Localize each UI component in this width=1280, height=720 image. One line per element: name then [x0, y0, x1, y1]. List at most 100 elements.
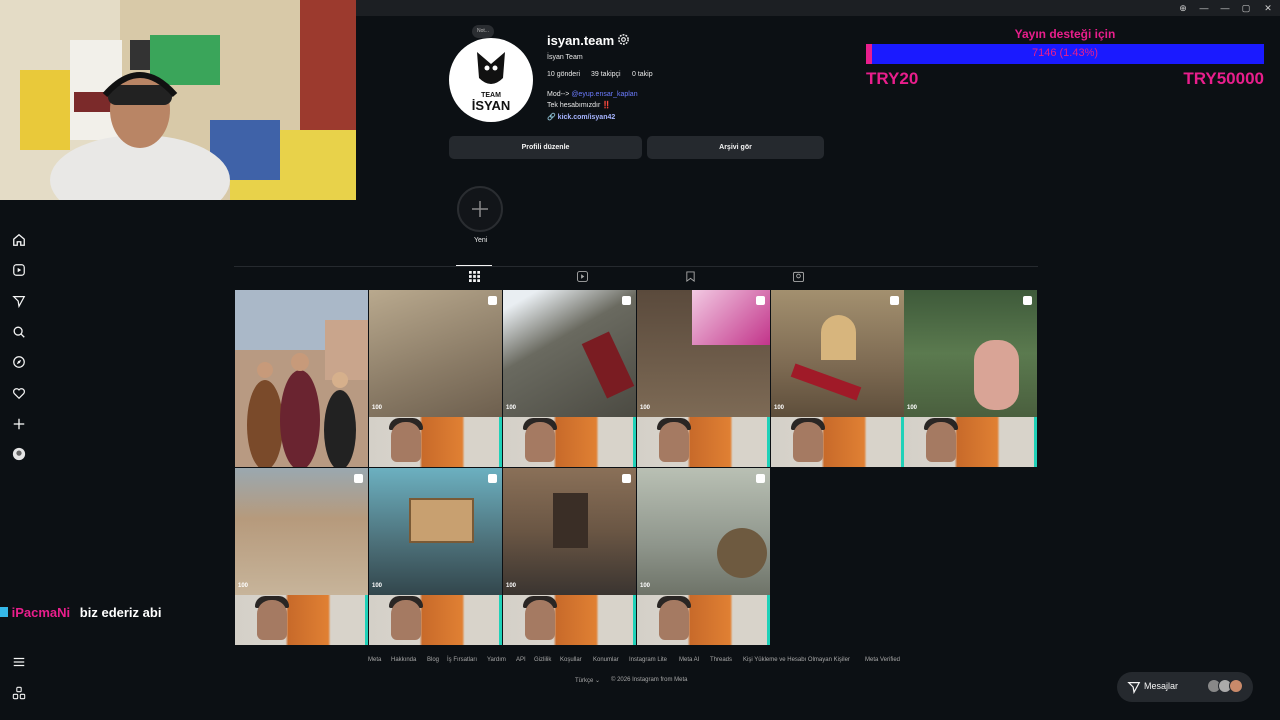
footer-link-meta[interactable]: Meta: [368, 657, 381, 663]
reels-icon[interactable]: [11, 262, 27, 278]
note-bubble[interactable]: Not...: [472, 25, 494, 38]
bio-line-1: Mod--> @eyup.ensar_kaplan: [547, 91, 638, 98]
tab-tagged-icon[interactable]: [790, 268, 806, 284]
post-streamer: [525, 600, 555, 640]
post-tile[interactable]: 100: [503, 290, 636, 467]
team-logo: TEAM İSYAN: [472, 52, 510, 113]
tab-saved-icon[interactable]: [682, 268, 698, 284]
profile-full-name: İsyan Team: [547, 54, 583, 61]
create-icon[interactable]: [11, 416, 27, 432]
send-icon: [1127, 682, 1141, 694]
reel-icon: [756, 474, 765, 483]
footer-link-help[interactable]: Yardım: [487, 657, 506, 663]
followers-link[interactable]: 39 takipçi: [591, 71, 621, 78]
active-tab-indicator: [456, 265, 492, 266]
post-streamer: [391, 422, 421, 462]
post-tile[interactable]: 100: [235, 468, 368, 645]
minimize-button[interactable]: —: [1218, 2, 1232, 14]
post-gameplay: [235, 468, 368, 595]
following-link[interactable]: 0 takip: [632, 71, 653, 78]
chevron-down-icon: ⌄: [595, 678, 601, 684]
post-tile[interactable]: 100: [369, 468, 502, 645]
footer-link-verified[interactable]: Meta Verified: [865, 657, 900, 663]
apps-icon[interactable]: [11, 685, 27, 701]
reel-icon: [622, 296, 631, 305]
post-weapon: [717, 528, 767, 578]
post-tile[interactable]: 100: [503, 468, 636, 645]
plus-icon: [472, 201, 488, 217]
post-archway: [821, 315, 856, 360]
post-tile[interactable]: 100: [771, 290, 904, 467]
maximize-button[interactable]: ▢: [1239, 2, 1253, 14]
footer-link-locations[interactable]: Konumlar: [593, 657, 619, 663]
profile-avatar-icon[interactable]: [11, 446, 27, 462]
post-photo: [235, 290, 368, 467]
profile-username: isyan.team: [547, 33, 615, 48]
footer-link-threads[interactable]: Threads: [710, 657, 732, 663]
post-accent: [365, 595, 368, 645]
footer-link-about[interactable]: Hakkında: [391, 657, 416, 663]
tabs-divider: [234, 266, 1038, 267]
tab-posts-grid-icon[interactable]: [466, 268, 482, 284]
post-streamer: [257, 600, 287, 640]
bio-mod-prefix: Mod-->: [547, 91, 570, 98]
messages-icon[interactable]: [11, 293, 27, 309]
search-icon[interactable]: [11, 324, 27, 340]
reel-icon: [756, 296, 765, 305]
new-story-button[interactable]: [457, 186, 503, 232]
post-accent: [767, 595, 770, 645]
post-hud: 100: [372, 583, 383, 589]
pin-icon[interactable]: —: [1197, 2, 1211, 14]
post-streamer: [793, 422, 823, 462]
reel-icon: [890, 296, 899, 305]
post-accent: [633, 595, 636, 645]
close-button[interactable]: ✕: [1261, 2, 1275, 14]
chat-badge-icon: [0, 607, 8, 617]
tab-reels-icon[interactable]: [574, 268, 590, 284]
post-streamer: [659, 422, 689, 462]
post-tile[interactable]: 100: [904, 290, 1037, 467]
chat-message: iPacmaNi biz ederiz abi: [0, 605, 161, 620]
home-icon[interactable]: [11, 232, 27, 248]
post-streamer: [926, 422, 956, 462]
post-accent: [633, 417, 636, 467]
footer-link-privacy[interactable]: Gizlilik: [534, 657, 551, 663]
post-hud: 100: [774, 405, 785, 411]
post-hud: 100: [372, 405, 383, 411]
settings-gear-icon[interactable]: [617, 33, 630, 46]
messages-label[interactable]: Mesajlar: [1144, 681, 1178, 691]
link-icon: 🔗: [547, 114, 556, 121]
donation-min-label: TRY20: [866, 69, 919, 88]
footer-link-blog[interactable]: Blog: [427, 657, 439, 663]
menu-icon[interactable]: [11, 654, 27, 670]
post-hud: 100: [506, 405, 517, 411]
edit-profile-button[interactable]: Profili düzenle: [449, 136, 642, 159]
footer-link-jobs[interactable]: İş Fırsatları: [447, 657, 477, 663]
bio-mod-handle[interactable]: @eyup.ensar_kaplan: [571, 91, 637, 98]
post-tile[interactable]: 100: [369, 290, 502, 467]
post-tile[interactable]: [235, 290, 368, 467]
post-hud: 100: [640, 405, 651, 411]
footer-link-api[interactable]: API: [516, 657, 526, 663]
footer-link-lite[interactable]: Instagram Lite: [629, 657, 667, 663]
post-tile[interactable]: 100: [637, 290, 770, 467]
profile-link-text[interactable]: kick.com/isyan42: [558, 114, 616, 121]
reel-icon: [488, 474, 497, 483]
post-hud: 100: [506, 583, 517, 589]
post-hand: [974, 340, 1019, 410]
zoom-icon[interactable]: ⊕: [1176, 2, 1190, 14]
footer-link-contact-upload[interactable]: Kişi Yükleme ve Hesabı Olmayan Kişiler: [743, 657, 850, 663]
post-tile[interactable]: 100: [637, 468, 770, 645]
profile-avatar[interactable]: TEAM İSYAN: [449, 38, 533, 122]
view-archive-button[interactable]: Arşivi gör: [647, 136, 824, 159]
heart-icon[interactable]: [11, 385, 27, 401]
language-selector[interactable]: Türkçe ⌄: [575, 677, 600, 684]
explore-icon[interactable]: [11, 354, 27, 370]
footer-link-terms[interactable]: Koşullar: [560, 657, 582, 663]
post-accent: [1034, 417, 1037, 467]
footer-link-meta-ai[interactable]: Meta AI: [679, 657, 699, 663]
language-label[interactable]: Türkçe: [575, 678, 593, 684]
profile-link[interactable]: 🔗 kick.com/isyan42: [547, 113, 615, 121]
donation-title: Yayın desteği için: [1014, 27, 1116, 41]
messages-button[interactable]: Mesajlar: [1117, 672, 1253, 702]
